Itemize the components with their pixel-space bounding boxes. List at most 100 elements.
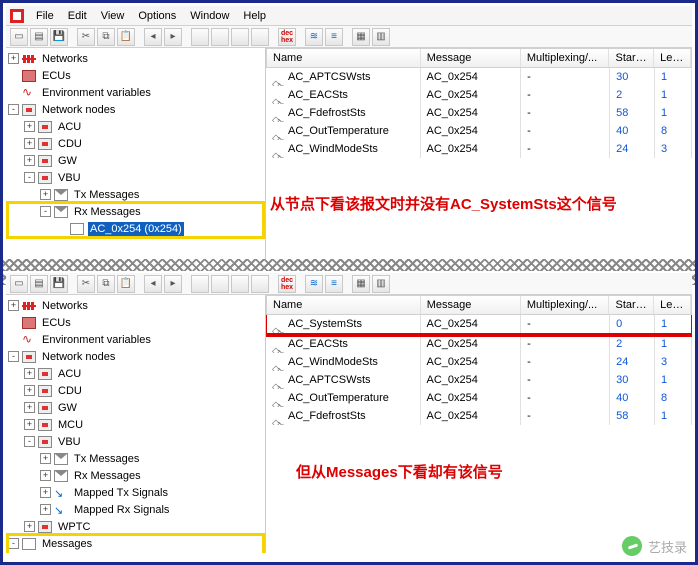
- expand-icon[interactable]: +: [24, 368, 35, 379]
- collapse-icon[interactable]: -: [8, 538, 19, 549]
- tb-misc1-icon[interactable]: ▦: [352, 28, 370, 46]
- tb-sig1-icon[interactable]: ≋: [305, 28, 323, 46]
- list-row[interactable]: AC_EACStsAC_0x254-21: [266, 86, 692, 104]
- tb-sig2-icon[interactable]: ≡: [325, 28, 343, 46]
- tb-copy-icon[interactable]: ⧉: [97, 275, 115, 293]
- menu-view[interactable]: View: [95, 8, 131, 24]
- list-row[interactable]: AC_EACStsAC_0x254-21: [266, 335, 692, 353]
- list-row[interactable]: AC_WindModeStsAC_0x254-243: [266, 140, 692, 158]
- tree-node[interactable]: VBU: [56, 435, 83, 449]
- menu-options[interactable]: Options: [132, 8, 182, 24]
- list-row[interactable]: AC_OutTemperatureAC_0x254-408: [266, 122, 692, 140]
- list-row-highlighted[interactable]: AC_SystemStsAC_0x254-01: [266, 315, 692, 333]
- signal-list[interactable]: Name Message Multiplexing/... Start... L…: [266, 295, 692, 553]
- list-row[interactable]: AC_WindModeStsAC_0x254-243: [266, 353, 692, 371]
- tb-open-icon[interactable]: ▤: [30, 275, 48, 293]
- expand-icon[interactable]: +: [8, 300, 19, 311]
- tb-next-icon[interactable]: ▸: [164, 28, 182, 46]
- tree-network-nodes[interactable]: Network nodes: [40, 350, 117, 364]
- col-len[interactable]: Len...: [654, 296, 691, 314]
- col-name[interactable]: Name: [267, 49, 421, 67]
- expand-icon[interactable]: +: [40, 470, 51, 481]
- col-len[interactable]: Leng...: [654, 49, 691, 67]
- list-row[interactable]: AC_FdefrostStsAC_0x254-581: [266, 104, 692, 122]
- tb-sig1-icon[interactable]: ≋: [305, 275, 323, 293]
- tb-prev-icon[interactable]: ◂: [144, 275, 162, 293]
- signal-list[interactable]: Name Message Multiplexing/... Start... L…: [266, 48, 692, 268]
- expand-icon[interactable]: +: [40, 487, 51, 498]
- tree-rx-messages[interactable]: Rx Messages: [72, 469, 143, 483]
- tree-network-nodes[interactable]: Network nodes: [40, 103, 117, 117]
- tb-misc2-icon[interactable]: ▥: [372, 275, 390, 293]
- tb-misc2-icon[interactable]: ▥: [372, 28, 390, 46]
- collapse-icon[interactable]: -: [40, 206, 51, 217]
- col-mux[interactable]: Multiplexing/...: [521, 49, 610, 67]
- expand-icon[interactable]: +: [24, 385, 35, 396]
- tb-open-icon[interactable]: ▤: [30, 28, 48, 46]
- tree-mapped-rx[interactable]: Mapped Rx Signals: [72, 503, 171, 517]
- tree-env[interactable]: Environment variables: [40, 86, 153, 100]
- menu-file[interactable]: File: [30, 8, 60, 24]
- tree-node[interactable]: VBU: [56, 171, 83, 185]
- menu-help[interactable]: Help: [237, 8, 272, 24]
- tree-rx-messages[interactable]: Rx Messages: [72, 205, 143, 219]
- tree-selected-msg[interactable]: AC_0x254 (0x254): [88, 222, 184, 236]
- col-name[interactable]: Name: [267, 296, 421, 314]
- expand-icon[interactable]: +: [24, 402, 35, 413]
- tb-prev-icon[interactable]: ◂: [144, 28, 162, 46]
- tree-view[interactable]: + Networks ECUs Environment variables - Ne…: [6, 48, 266, 268]
- collapse-icon[interactable]: -: [24, 436, 35, 447]
- menu-window[interactable]: Window: [184, 8, 235, 24]
- tb-sig2-icon[interactable]: ≡: [325, 275, 343, 293]
- tb-new-icon[interactable]: ▭: [10, 275, 28, 293]
- tb-save-icon[interactable]: 💾: [50, 275, 68, 293]
- tree-ecus[interactable]: ECUs: [40, 316, 73, 330]
- tb-cut-icon[interactable]: ✂: [77, 275, 95, 293]
- tree-mapped-tx[interactable]: Mapped Tx Signals: [72, 486, 170, 500]
- tb-copy-icon[interactable]: ⧉: [97, 28, 115, 46]
- tree-node[interactable]: MCU: [56, 418, 85, 432]
- tree-tx-messages[interactable]: Tx Messages: [72, 188, 141, 202]
- tb-new-icon[interactable]: ▭: [10, 28, 28, 46]
- list-row[interactable]: AC_APTCSWstsAC_0x254-301: [266, 68, 692, 86]
- collapse-icon[interactable]: -: [8, 104, 19, 115]
- tree-node[interactable]: WPTC: [56, 520, 92, 534]
- tree-ecus[interactable]: ECUs: [40, 69, 73, 83]
- tree-env[interactable]: Environment variables: [40, 333, 153, 347]
- tree-node[interactable]: GW: [56, 401, 79, 415]
- col-start[interactable]: Start...: [609, 296, 654, 314]
- tb-layout1-icon[interactable]: [191, 28, 209, 46]
- tree-tx-messages[interactable]: Tx Messages: [72, 452, 141, 466]
- tree-node[interactable]: CDU: [56, 384, 84, 398]
- tb-layout4-icon[interactable]: [251, 275, 269, 293]
- tb-dechex-icon[interactable]: dechex: [278, 275, 296, 293]
- expand-icon[interactable]: +: [24, 521, 35, 532]
- tree-networks[interactable]: Networks: [40, 52, 90, 66]
- tb-layout2-icon[interactable]: [211, 28, 229, 46]
- tree-node[interactable]: CDU: [56, 137, 84, 151]
- expand-icon[interactable]: +: [24, 419, 35, 430]
- list-row[interactable]: AC_APTCSWstsAC_0x254-301: [266, 371, 692, 389]
- tb-misc1-icon[interactable]: ▦: [352, 275, 370, 293]
- expand-icon[interactable]: +: [40, 189, 51, 200]
- collapse-icon[interactable]: -: [8, 351, 19, 362]
- expand-icon[interactable]: +: [24, 138, 35, 149]
- col-start[interactable]: Start...: [609, 49, 654, 67]
- tree-node[interactable]: GW: [56, 154, 79, 168]
- tb-next-icon[interactable]: ▸: [164, 275, 182, 293]
- col-message[interactable]: Message: [421, 296, 521, 314]
- tb-dechex-icon[interactable]: dechex: [278, 28, 296, 46]
- list-row[interactable]: AC_OutTemperatureAC_0x254-408: [266, 389, 692, 407]
- tb-layout3-icon[interactable]: [231, 28, 249, 46]
- tree-networks[interactable]: Networks: [40, 299, 90, 313]
- tb-layout4-icon[interactable]: [251, 28, 269, 46]
- tree-node[interactable]: ACU: [56, 120, 83, 134]
- menu-edit[interactable]: Edit: [62, 8, 93, 24]
- tb-layout3-icon[interactable]: [231, 275, 249, 293]
- tb-layout1-icon[interactable]: [191, 275, 209, 293]
- col-mux[interactable]: Multiplexing/...: [521, 296, 610, 314]
- list-row[interactable]: AC_FdefrostStsAC_0x254-581: [266, 407, 692, 425]
- expand-icon[interactable]: +: [24, 121, 35, 132]
- tb-paste-icon[interactable]: 📋: [117, 28, 135, 46]
- expand-icon[interactable]: +: [40, 453, 51, 464]
